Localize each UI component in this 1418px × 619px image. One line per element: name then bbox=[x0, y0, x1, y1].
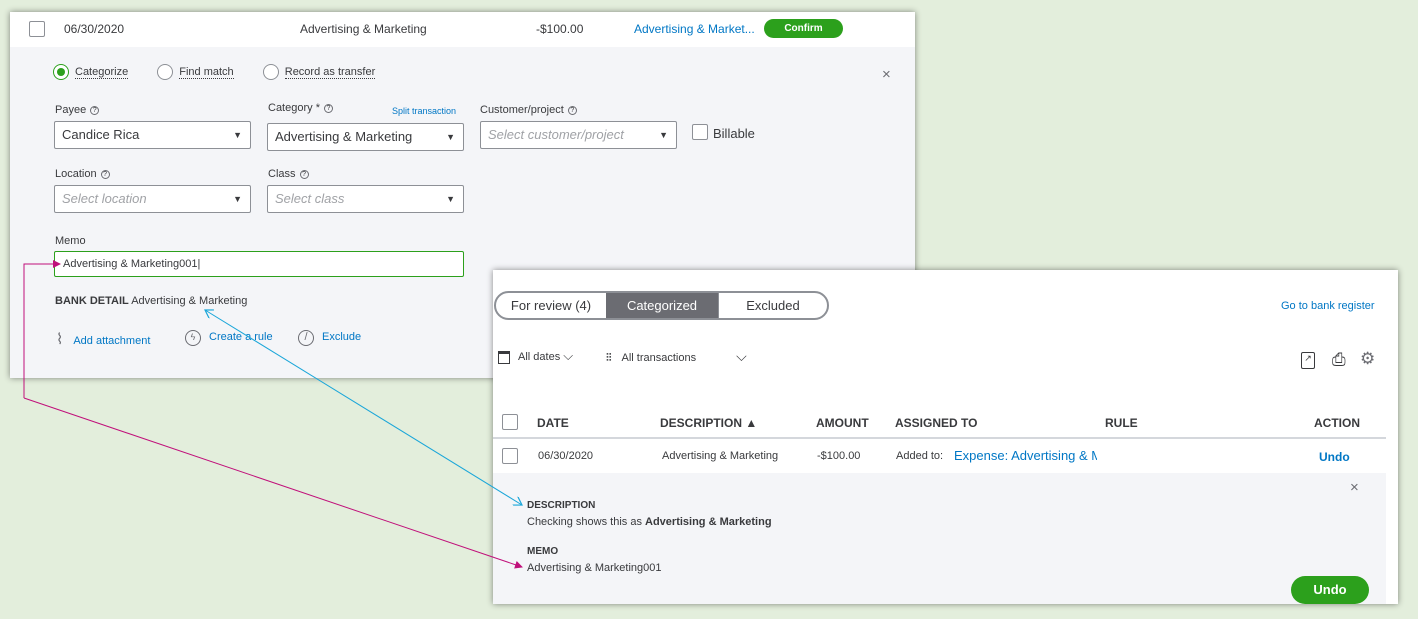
annotation-arrows bbox=[23, 260, 1418, 569]
memo-arrow bbox=[23, 260, 523, 569]
